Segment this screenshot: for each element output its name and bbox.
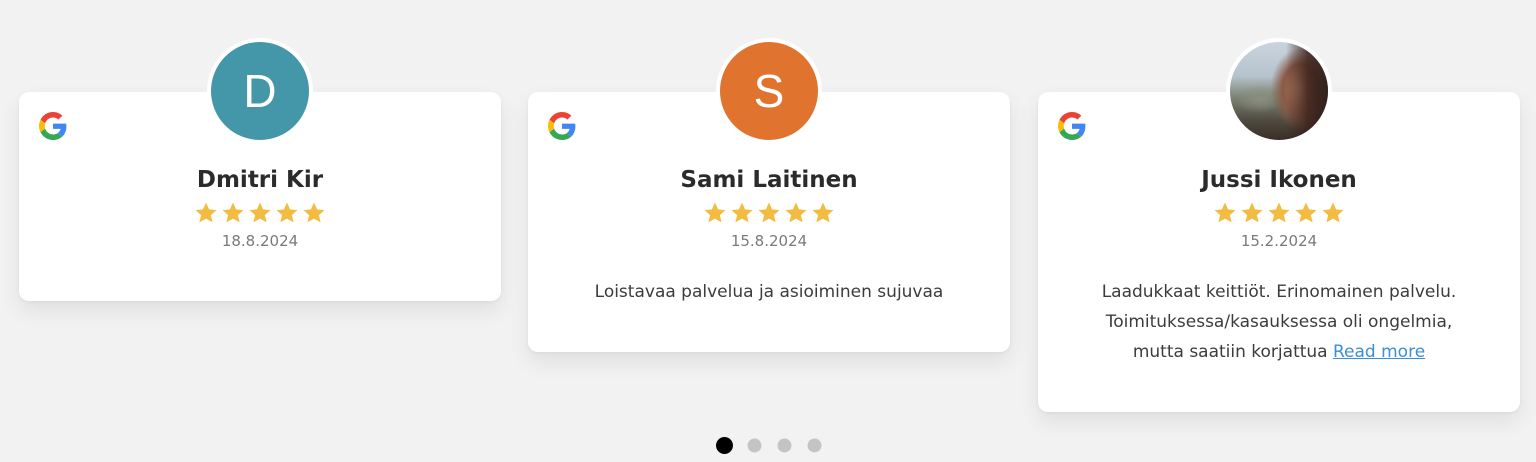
- avatar-letter: S: [753, 65, 785, 117]
- star-rating: [1038, 201, 1520, 225]
- google-icon: [1058, 112, 1086, 140]
- avatar: S: [716, 38, 822, 144]
- reviews-carousel: D Dmitri Kir 18.8.2024 S Sami Laitinen 1…: [0, 0, 1536, 462]
- star-icon: [275, 201, 299, 225]
- avatar: [1226, 38, 1332, 144]
- reviewer-name: Sami Laitinen: [680, 167, 858, 193]
- review-text-line: Toimituksessa/kasauksessa oli ongelmia,: [1105, 312, 1453, 332]
- star-icon: [730, 201, 754, 225]
- review-card: S Sami Laitinen 15.8.2024 Loistavaa palv…: [528, 38, 1010, 352]
- star-icon: [811, 201, 835, 225]
- star-icon: [784, 201, 808, 225]
- star-icon: [757, 201, 781, 225]
- star-icon: [248, 201, 272, 225]
- google-icon: [548, 112, 576, 140]
- review-date: 15.2.2024: [1240, 232, 1318, 250]
- review-text: Laadukkaat keittiöt. Erinomainen palvelu…: [1079, 277, 1479, 367]
- star-icon: [1240, 201, 1264, 225]
- pagination-dot[interactable]: [747, 438, 762, 453]
- reviewer-name: Dmitri Kir: [196, 167, 324, 193]
- review-text: Loistavaa palvelua ja asioiminen sujuvaa: [594, 282, 944, 302]
- star-icon: [194, 201, 218, 225]
- review-card: D Dmitri Kir 18.8.2024: [19, 38, 501, 301]
- review-date: 18.8.2024: [221, 232, 299, 250]
- pagination-dot[interactable]: [807, 438, 822, 453]
- review-date: 15.8.2024: [730, 232, 808, 250]
- star-icon: [1294, 201, 1318, 225]
- star-icon: [1267, 201, 1291, 225]
- pagination-dot[interactable]: [716, 437, 733, 454]
- avatar: D: [207, 38, 313, 144]
- avatar-photo: [1286, 42, 1328, 140]
- review-text-line: Laadukkaat keittiöt. Erinomainen palvelu…: [1101, 282, 1457, 302]
- reviewer-name: Jussi Ikonen: [1201, 167, 1357, 193]
- carousel-pagination: [716, 437, 823, 454]
- star-icon: [302, 201, 326, 225]
- star-icon: [221, 201, 245, 225]
- star-icon: [1321, 201, 1345, 225]
- review-card: Jussi Ikonen 15.2.2024 Laadukkaat keitti…: [1038, 38, 1520, 412]
- read-more-link[interactable]: Read more: [1333, 342, 1425, 362]
- pagination-dot[interactable]: [777, 438, 792, 453]
- google-icon: [39, 112, 67, 140]
- star-icon: [1213, 201, 1237, 225]
- star-rating: [528, 201, 1010, 225]
- star-icon: [703, 201, 727, 225]
- star-rating: [19, 201, 501, 225]
- avatar-letter: D: [243, 65, 277, 117]
- review-text-line: mutta saatiin korjattua: [1132, 342, 1328, 362]
